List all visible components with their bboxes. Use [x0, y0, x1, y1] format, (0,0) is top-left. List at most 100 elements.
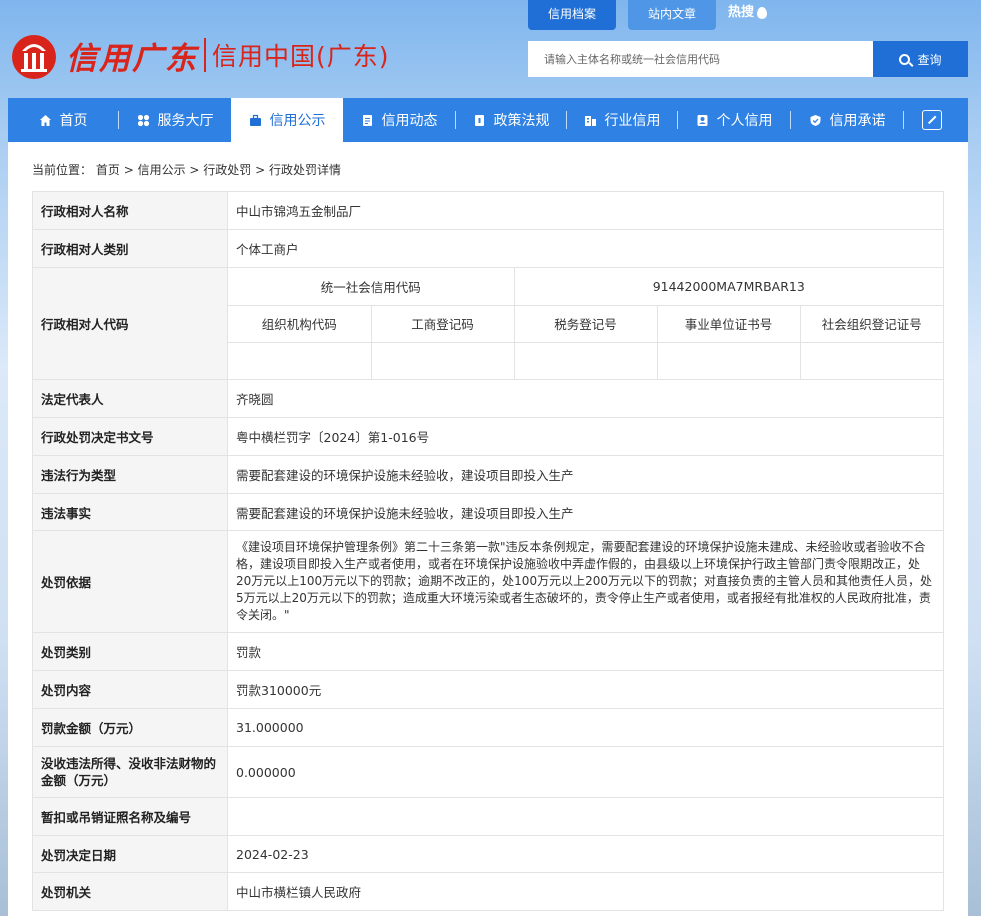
- nav-item-industry-credit[interactable]: 行业信用: [567, 98, 677, 142]
- field-value: 中山市锦鸿五金制品厂: [227, 191, 944, 230]
- code-header: 税务登记号: [513, 304, 658, 343]
- code-header: 工商登记码: [370, 304, 515, 343]
- table-row: 行政相对人代码 统一社会信用代码 91442000MA7MRBAR13 组织机构…: [32, 267, 944, 380]
- table-row: 罚款金额（万元） 31.000000: [32, 708, 944, 747]
- uscc-label: 统一社会信用代码: [228, 268, 515, 306]
- grid-icon: [137, 114, 149, 126]
- table-row: 法定代表人 齐晓圆: [32, 379, 944, 418]
- nav-item-credit-commitment[interactable]: 信用承诺: [791, 98, 903, 142]
- search-button-label: 查询: [917, 52, 942, 67]
- table-row: 处罚机关 中山市横栏镇人民政府: [32, 872, 944, 911]
- table-row: 行政相对人类别 个体工商户: [32, 229, 944, 268]
- table-row: 暂扣或吊销证照名称及编号: [32, 797, 944, 836]
- field-label: 行政相对人代码: [32, 267, 228, 380]
- breadcrumb-separator: >: [123, 163, 138, 177]
- field-value: 需要配套建设的环境保护设施未经验收，建设项目即投入生产: [227, 455, 944, 494]
- uscc-value: 91442000MA7MRBAR13: [513, 268, 943, 306]
- briefcase-icon: [249, 114, 261, 126]
- breadcrumb-credit-publicity[interactable]: 信用公示: [138, 163, 186, 177]
- field-value: 0.000000: [227, 746, 944, 798]
- nav-label: 行业信用: [604, 113, 661, 129]
- expand-icon[interactable]: [922, 110, 942, 130]
- field-value: 罚款: [227, 632, 944, 671]
- table-row: 处罚内容 罚款310000元: [32, 670, 944, 709]
- id-card-icon: [697, 114, 707, 126]
- nav-label: 服务大厅: [157, 113, 214, 129]
- hot-search-link[interactable]: 热搜: [728, 0, 768, 30]
- code-subtable: 统一社会信用代码 91442000MA7MRBAR13 组织机构代码 工商登记码…: [228, 268, 943, 379]
- building-icon: [584, 115, 596, 126]
- table-row: 处罚决定日期 2024-02-23: [32, 835, 944, 873]
- breadcrumb-home[interactable]: 首页: [96, 163, 120, 177]
- nav-label: 政策法规: [493, 113, 550, 129]
- nav-divider: [903, 111, 904, 129]
- detail-panel: 当前位置： 首页 > 信用公示 > 行政处罚 > 行政处罚详情 行政相对人名称 …: [8, 142, 968, 916]
- code-value: [513, 341, 658, 379]
- nav-item-credit-news[interactable]: 信用动态: [343, 98, 455, 142]
- code-header: 社会组织登记证号: [799, 304, 943, 343]
- code-value: [799, 341, 943, 379]
- logo-title: 信用广东: [66, 40, 198, 77]
- field-value: 齐晓圆: [227, 379, 944, 418]
- code-value: [370, 341, 515, 379]
- field-label: 没收违法所得、没收非法财物的金额（万元）: [32, 746, 228, 798]
- table-row: 处罚依据 《建设项目环境保护管理条例》第二十三条第一款"违反本条例规定，需要配套…: [32, 530, 944, 633]
- code-header: 事业单位证书号: [656, 304, 801, 343]
- tab-site-articles[interactable]: 站内文章: [628, 0, 717, 30]
- field-label: 违法行为类型: [32, 455, 228, 494]
- hot-search-label: 热搜: [728, 5, 755, 20]
- field-value: 粤中横栏罚字〔2024〕第1-016号: [227, 417, 944, 456]
- code-header: 组织机构代码: [228, 304, 372, 343]
- code-subtable-cell: 统一社会信用代码 91442000MA7MRBAR13 组织机构代码 工商登记码…: [227, 267, 944, 380]
- tab-credit-archive[interactable]: 信用档案: [528, 0, 617, 30]
- breadcrumb-separator: >: [189, 163, 204, 177]
- nav-item-policies[interactable]: 政策法规: [456, 98, 566, 142]
- nav-label: 信用动态: [381, 113, 438, 129]
- field-value: [227, 797, 944, 836]
- search-icon: [899, 53, 911, 65]
- nav-label: 信用公示: [269, 113, 326, 129]
- shield-icon: [810, 114, 820, 126]
- field-value: 中山市横栏镇人民政府: [227, 872, 944, 911]
- field-value: 31.000000: [227, 708, 944, 747]
- field-label: 处罚机关: [32, 872, 228, 911]
- field-value: 个体工商户: [227, 229, 944, 268]
- field-label: 处罚内容: [32, 670, 228, 709]
- nav-item-home[interactable]: 首页: [8, 98, 118, 142]
- logo-divider: [204, 38, 206, 72]
- nav-label: 个人信用: [716, 113, 773, 129]
- search-button[interactable]: 查询: [873, 41, 968, 77]
- field-label: 暂扣或吊销证照名称及编号: [32, 797, 228, 836]
- top-tabs: 信用档案 站内文章 热搜: [528, 0, 768, 30]
- field-value: 2024-02-23: [227, 835, 944, 873]
- breadcrumb-prefix: 当前位置：: [32, 163, 93, 177]
- field-label: 罚款金额（万元）: [32, 708, 228, 747]
- table-row: 行政处罚决定书文号 粤中横栏罚字〔2024〕第1-016号: [32, 417, 944, 456]
- code-value: [656, 341, 801, 379]
- breadcrumb-separator: >: [255, 163, 269, 177]
- search-bar: 查询: [528, 41, 968, 77]
- field-label: 行政相对人类别: [32, 229, 228, 268]
- logo-emblem-icon: [12, 35, 56, 79]
- nav-item-service-hall[interactable]: 服务大厅: [119, 98, 231, 142]
- nav-item-personal-credit[interactable]: 个人信用: [678, 98, 790, 142]
- field-label: 法定代表人: [32, 379, 228, 418]
- field-label: 违法事实: [32, 493, 228, 531]
- breadcrumb-admin-penalty[interactable]: 行政处罚: [203, 163, 251, 177]
- field-value: 需要配套建设的环境保护设施未经验收，建设项目即投入生产: [227, 493, 944, 531]
- table-row: 没收违法所得、没收非法财物的金额（万元） 0.000000: [32, 746, 944, 798]
- field-value: 《建设项目环境保护管理条例》第二十三条第一款"违反本条例规定，需要配套建设的环境…: [227, 530, 944, 633]
- document-icon: [362, 114, 372, 126]
- nav-item-credit-publicity[interactable]: 信用公示: [231, 98, 343, 142]
- table-row: 违法行为类型 需要配套建设的环境保护设施未经验收，建设项目即投入生产: [32, 455, 944, 494]
- site-logo[interactable]: 信用广东 信用中国(广东): [8, 28, 390, 82]
- search-input[interactable]: [528, 41, 873, 77]
- logo-subtitle: 信用中国(广东): [212, 42, 390, 71]
- field-label: 处罚类别: [32, 632, 228, 671]
- book-icon: [474, 114, 484, 126]
- table-row: 处罚类别 罚款: [32, 632, 944, 671]
- field-value: 罚款310000元: [227, 670, 944, 709]
- site-header: 信用广东 信用中国(广东) 信用档案 站内文章 热搜 查询: [0, 0, 981, 98]
- home-icon: [39, 114, 51, 126]
- code-value: [228, 341, 372, 379]
